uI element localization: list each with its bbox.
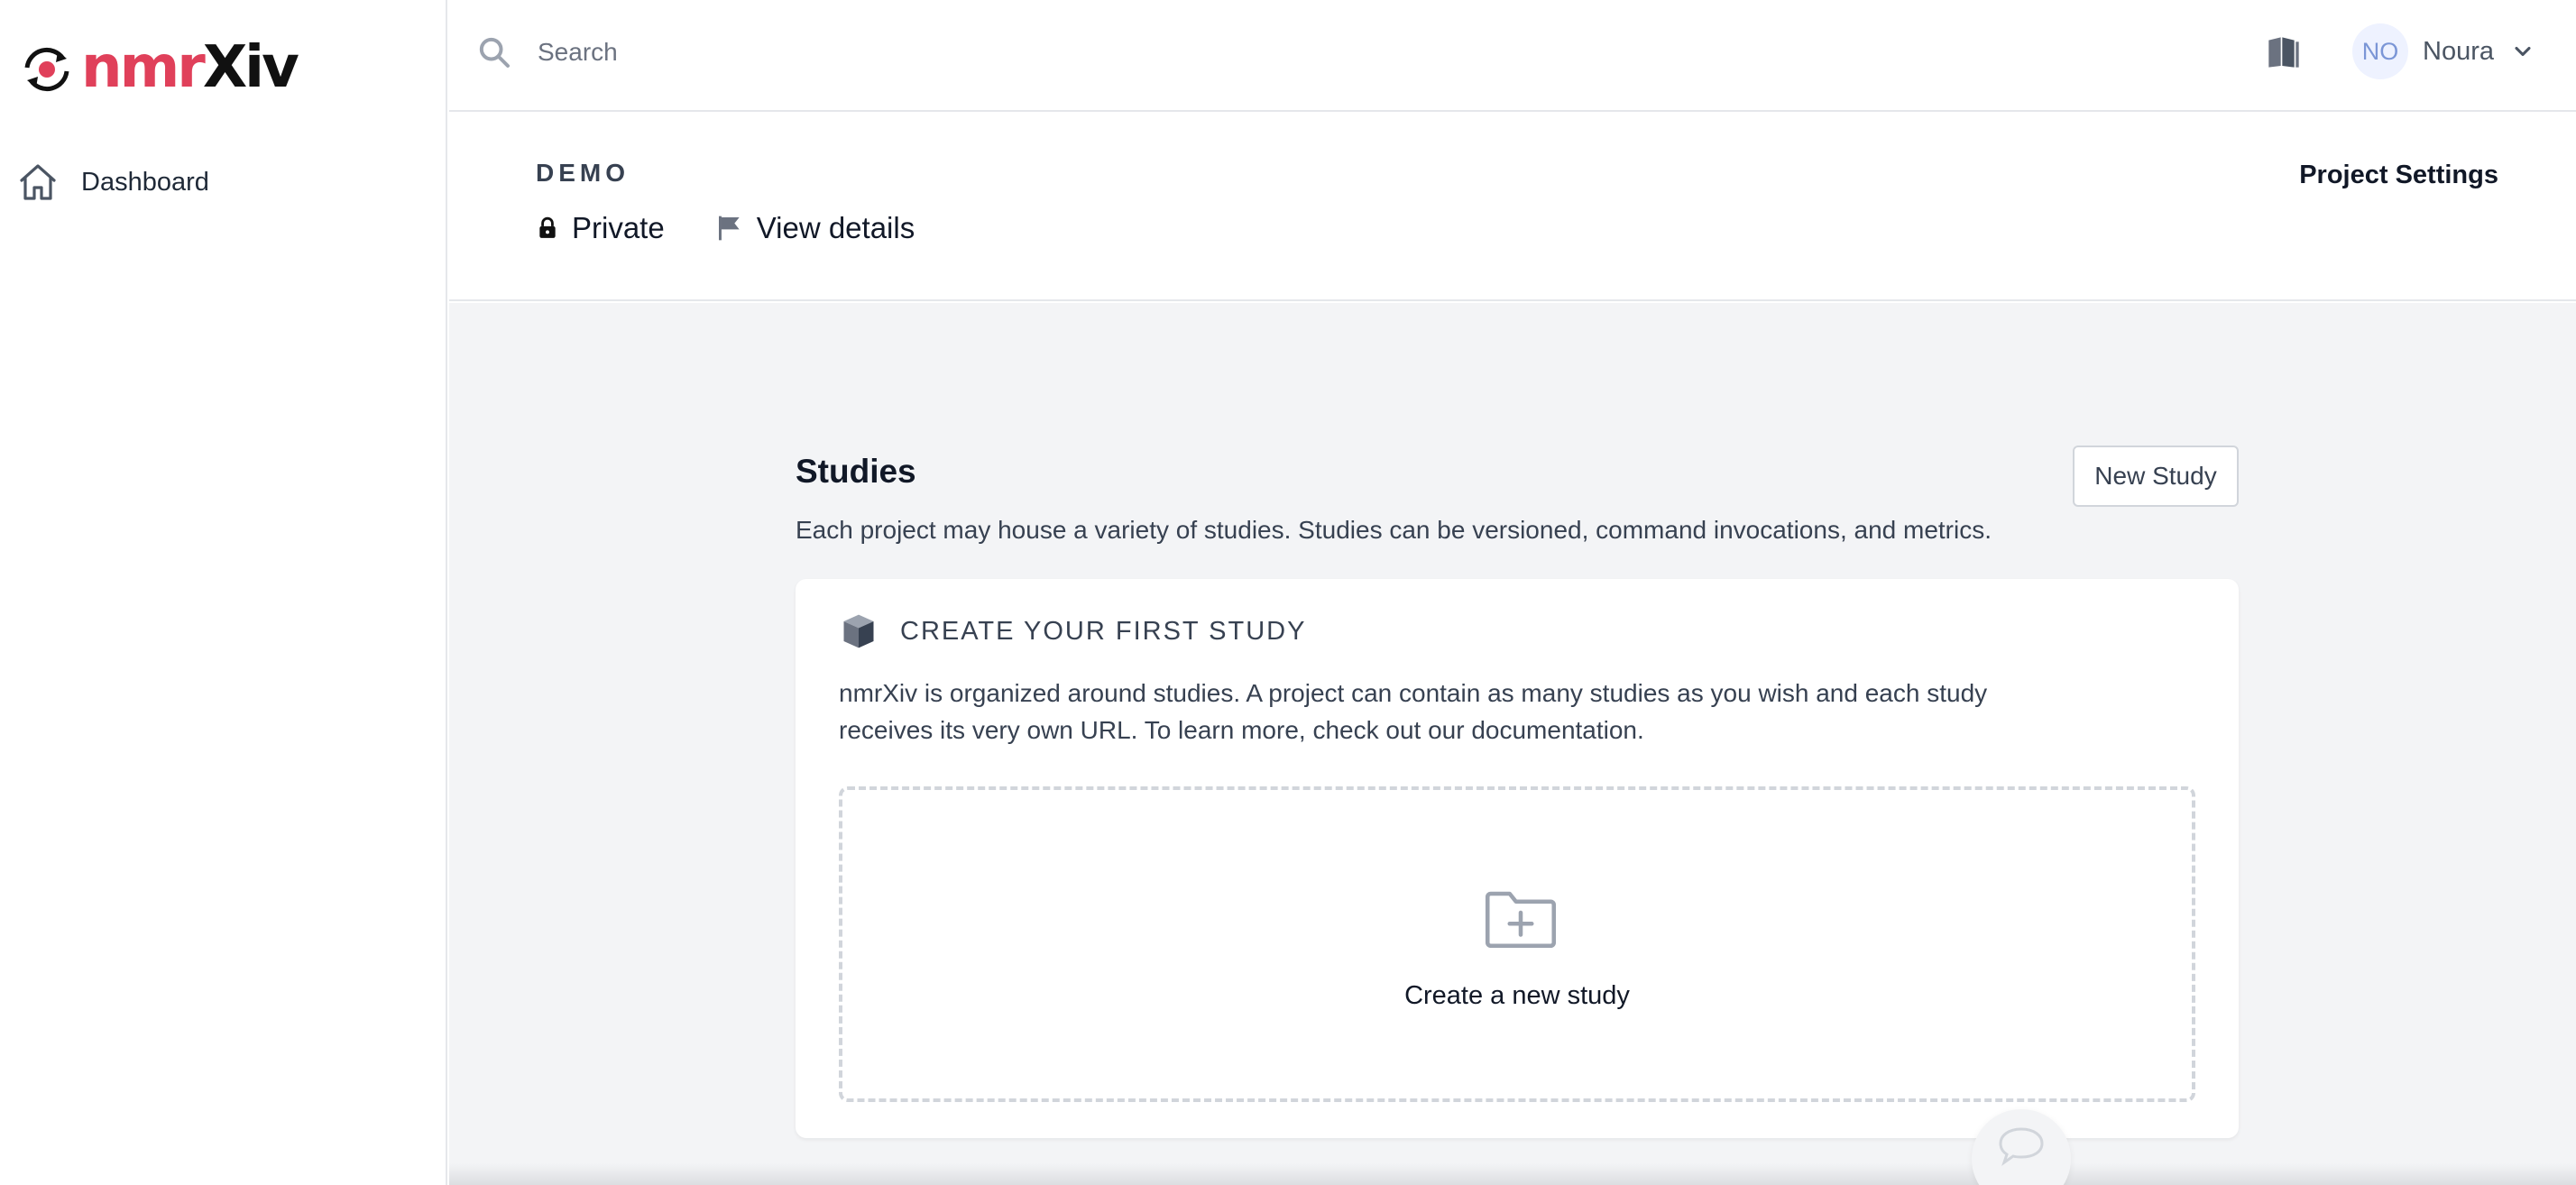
card-header: CREATE YOUR FIRST STUDY [839,611,1306,651]
studies-heading: Studies [796,453,916,490]
create-study-label: Create a new study [1404,981,1630,1010]
project-header: DEMO Private View details Project Settin… [449,114,2576,301]
top-bar: NO Noura [449,0,2576,112]
logo-mark-icon [24,48,69,91]
book-icon[interactable] [2266,34,2302,70]
card-title: CREATE YOUR FIRST STUDY [900,616,1307,646]
chevron-down-icon [2515,46,2531,57]
project-meta: Private View details [536,211,915,245]
view-details-label: View details [756,211,915,244]
user-menu[interactable]: NO Noura [2352,23,2535,79]
studies-description: Each project may house a variety of stud… [796,516,1992,544]
project-name: DEMO [536,159,630,187]
bottom-shadow [449,1163,2576,1185]
home-icon [20,164,56,200]
sidebar-item-dashboard[interactable]: Dashboard [16,159,209,206]
cube-icon [843,614,874,648]
chat-icon [1999,1127,2044,1166]
create-study-dropzone[interactable]: Create a new study [839,786,2195,1102]
visibility-status: Private [536,211,665,245]
sidebar: nmrXiv Dashboard [0,0,447,1185]
lock-icon [539,216,556,238]
folder-plus-icon [1485,891,1557,949]
nmrxiv-logo[interactable]: nmrXiv [16,34,299,101]
logo-wordmark: nmrXiv [81,34,299,101]
flag-icon [718,216,740,241]
view-details-link[interactable]: View details [715,211,915,245]
project-settings-link[interactable]: Project Settings [2299,161,2498,190]
main-content: Studies New Study Each project may house… [449,303,2576,1185]
visibility-label: Private [572,211,665,244]
avatar: NO [2352,23,2408,79]
user-name: Noura [2423,36,2494,66]
empty-studies-card: CREATE YOUR FIRST STUDY nmrXiv is organi… [796,579,2239,1138]
search-input[interactable] [538,27,1349,78]
search-icon [479,37,510,68]
new-study-button[interactable]: New Study [2073,446,2239,507]
card-body-text: nmrXiv is organized around studies. A pr… [839,679,1988,744]
sidebar-item-label: Dashboard [81,167,209,197]
